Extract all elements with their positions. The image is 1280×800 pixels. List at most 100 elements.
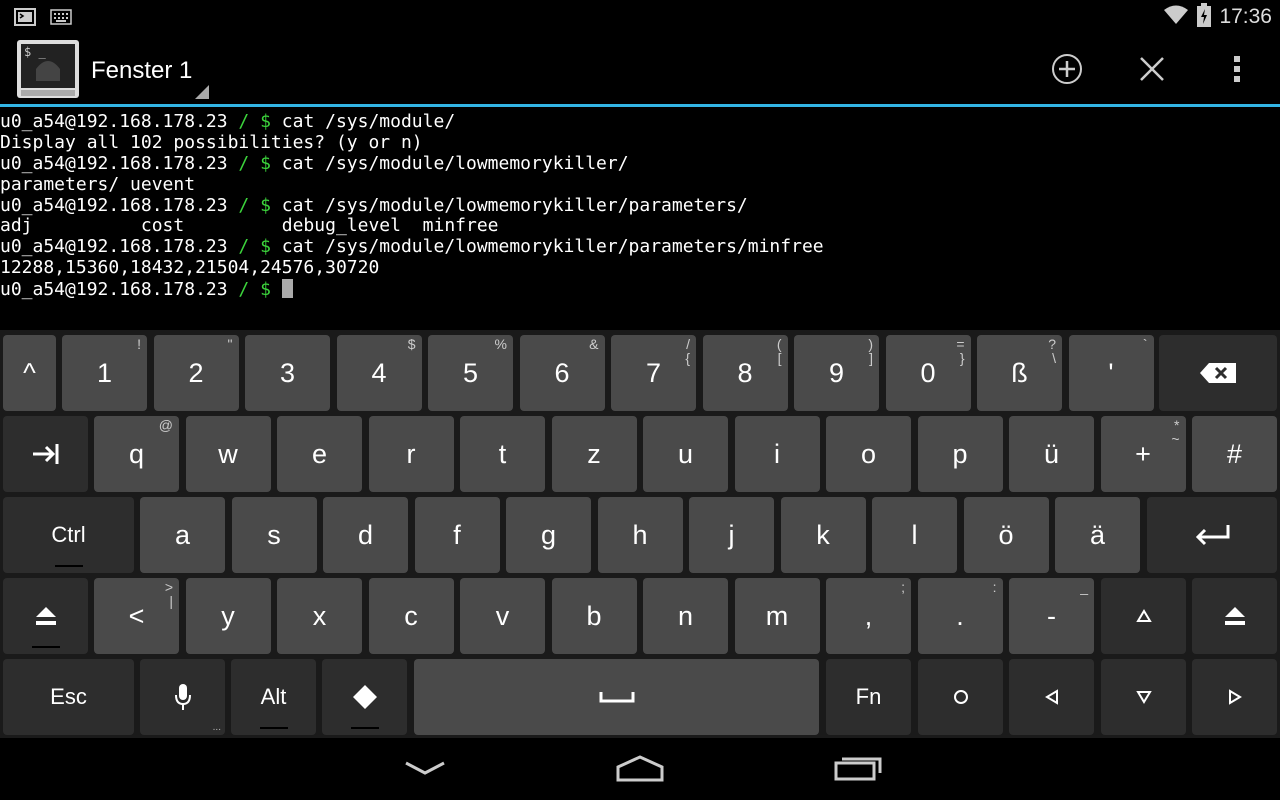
key-1[interactable]: 1! xyxy=(62,335,147,411)
esc-key[interactable]: Esc xyxy=(3,659,134,735)
key-b[interactable]: b xyxy=(551,578,637,654)
alt-key[interactable]: Alt xyxy=(231,659,316,735)
key-label: ^ xyxy=(23,357,36,388)
settings-key[interactable] xyxy=(322,659,407,735)
key-hint: ; xyxy=(901,579,905,595)
key-label: e xyxy=(311,438,328,469)
command-text: cat /sys/module/lowmemorykiller/ xyxy=(281,152,629,174)
key-k[interactable]: k xyxy=(780,497,866,573)
key-x[interactable]: x xyxy=(277,578,362,654)
shift-icon xyxy=(34,605,58,627)
key-6[interactable]: 6 & xyxy=(519,335,605,411)
back-button[interactable] xyxy=(395,752,455,788)
key-i[interactable]: i xyxy=(734,416,820,492)
key-v[interactable]: v xyxy=(460,578,545,654)
close-window-button[interactable] xyxy=(1132,51,1172,91)
key-label: 8 xyxy=(737,357,753,388)
terminal-app-icon[interactable]: $ _ xyxy=(16,39,80,101)
arrow-up-key[interactable] xyxy=(1101,578,1186,654)
modifier-indicator xyxy=(54,565,83,567)
key-hash[interactable]: # xyxy=(1192,416,1277,492)
key-caret[interactable]: ^ xyxy=(3,335,56,411)
recent-apps-button[interactable] xyxy=(828,752,888,788)
key-7[interactable]: 7 /{ xyxy=(611,335,696,411)
key-period[interactable]: .: xyxy=(917,578,1003,654)
prompt-symbol: / $ xyxy=(227,152,282,174)
shift-key-right[interactable] xyxy=(1192,578,1277,654)
key-label: s xyxy=(267,519,281,550)
key-label: - xyxy=(1047,600,1056,631)
key-f[interactable]: f xyxy=(414,497,500,573)
arrow-right-icon xyxy=(1228,689,1242,705)
prompt-host: u0_a54@192.168.178.23 xyxy=(0,152,228,174)
arrow-right-key[interactable] xyxy=(1192,659,1277,735)
home-button[interactable] xyxy=(610,752,670,788)
terminal-line: 12288,15360,18432,21504,24576,30720 xyxy=(0,257,1280,279)
key-2[interactable]: 2 " xyxy=(153,335,239,411)
key-ü[interactable]: ü xyxy=(1009,416,1094,492)
key-d[interactable]: d xyxy=(323,497,408,573)
circle-icon xyxy=(953,689,969,705)
key-less-than[interactable]: < > | xyxy=(94,578,179,654)
key-label: z xyxy=(587,438,601,469)
key-m[interactable]: m xyxy=(734,578,820,654)
command-text: cat /sys/module/lowmemorykiller/paramete… xyxy=(281,236,824,258)
overflow-menu-button[interactable] xyxy=(1217,51,1257,91)
key-a[interactable]: a xyxy=(140,497,225,573)
key-ö[interactable]: ö xyxy=(963,497,1049,573)
new-window-button[interactable] xyxy=(1047,51,1087,91)
key-label: + xyxy=(1135,438,1151,469)
tab-key[interactable] xyxy=(3,416,88,492)
key-0[interactable]: 0 =} xyxy=(885,335,971,411)
key-label: Esc xyxy=(50,684,87,709)
voice-input-key[interactable]: ... xyxy=(140,659,225,735)
key-label: ü xyxy=(1043,438,1060,469)
key-q[interactable]: q @ xyxy=(94,416,179,492)
key-w[interactable]: w xyxy=(185,416,271,492)
key-g[interactable]: g xyxy=(506,497,591,573)
action-bar: $ _ Fenster 1 xyxy=(0,33,1280,104)
key-c[interactable]: c xyxy=(368,578,454,654)
arrow-left-key[interactable] xyxy=(1009,659,1094,735)
key-comma[interactable]: ,; xyxy=(826,578,911,654)
key-3[interactable]: 3 xyxy=(245,335,330,411)
key-4[interactable]: 4 $ xyxy=(336,335,422,411)
enter-key[interactable] xyxy=(1147,497,1277,573)
key-minus[interactable]: - _ xyxy=(1009,578,1094,654)
key-n[interactable]: n xyxy=(643,578,728,654)
arrow-down-key[interactable] xyxy=(1101,659,1186,735)
key-u[interactable]: u xyxy=(643,416,728,492)
key-hint: : xyxy=(992,579,997,595)
ctrl-key[interactable]: Ctrl xyxy=(3,497,134,573)
key-8[interactable]: 8 ([ xyxy=(702,335,788,411)
key-+[interactable]: + * ~ xyxy=(1100,416,1186,492)
window-dropdown-indicator[interactable] xyxy=(195,85,209,99)
window-title[interactable]: Fenster 1 xyxy=(91,57,192,85)
key-z[interactable]: z xyxy=(551,416,637,492)
key-hint-secondary: { xyxy=(685,350,690,366)
terminal-output[interactable]: u0_a54@192.168.178.23 / $ cat /sys/modul… xyxy=(0,111,1280,327)
backspace-key[interactable] xyxy=(1159,335,1277,411)
key-p[interactable]: p xyxy=(917,416,1003,492)
terminal-line: adj cost debug_level minfree xyxy=(0,216,1280,237)
home-cursor-key[interactable] xyxy=(918,659,1003,735)
key-h[interactable]: h xyxy=(597,497,683,573)
key-e[interactable]: e xyxy=(277,416,362,492)
shift-key-left[interactable] xyxy=(3,578,88,654)
key-label: 7 xyxy=(645,357,662,388)
key-9[interactable]: 9)] xyxy=(794,335,879,411)
key-5[interactable]: 5% xyxy=(428,335,513,411)
key-r[interactable]: r xyxy=(368,416,454,492)
key-o[interactable]: o xyxy=(826,416,911,492)
key-l[interactable]: l xyxy=(872,497,957,573)
modifier-indicator xyxy=(259,727,288,729)
key-ä[interactable]: ä xyxy=(1055,497,1140,573)
key-ß[interactable]: ß? \ xyxy=(977,335,1062,411)
key-j[interactable]: j xyxy=(689,497,774,573)
space-key[interactable] xyxy=(414,659,819,735)
fn-key[interactable]: Fn xyxy=(826,659,911,735)
key-'[interactable]: ' ` xyxy=(1068,335,1154,411)
key-t[interactable]: t xyxy=(460,416,545,492)
key-s[interactable]: s xyxy=(231,497,317,573)
key-y[interactable]: y xyxy=(185,578,271,654)
